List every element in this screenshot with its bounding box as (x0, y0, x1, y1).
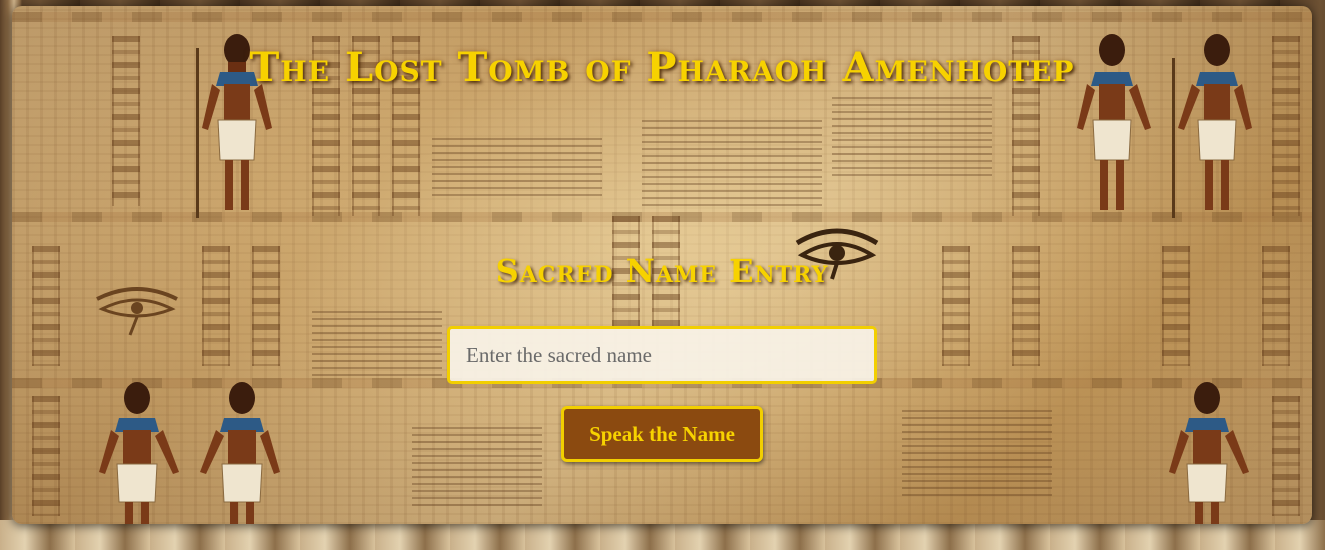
hieroglyph-text-block (312, 306, 442, 376)
outer-backdrop-bottom (0, 520, 1325, 550)
hieroglyph-text-block (902, 406, 1052, 496)
section-heading: Sacred Name Entry (495, 252, 829, 290)
eye-of-horus-icon (96, 287, 178, 336)
hieroglyph-band-top (12, 12, 1312, 22)
hieroglyph-text-block (412, 426, 542, 506)
egyptian-figure-icon (1169, 382, 1249, 524)
hieroglyph-text-block (432, 136, 602, 196)
speak-name-button[interactable]: Speak the Name (561, 406, 763, 462)
hieroglyph-column (32, 396, 60, 516)
hieroglyph-column (1272, 396, 1300, 516)
page-title: The Lost Tomb of Pharaoh Amenhotep (249, 44, 1075, 91)
egyptian-figure-icon (200, 382, 280, 524)
egyptian-figure-icon (99, 382, 179, 524)
sacred-name-input[interactable] (447, 326, 877, 384)
hieroglyph-text-block (832, 96, 992, 176)
hieroglyph-text-block (642, 116, 822, 206)
papyrus-panel: The Lost Tomb of Pharaoh Amenhotep Sacre… (12, 6, 1312, 524)
